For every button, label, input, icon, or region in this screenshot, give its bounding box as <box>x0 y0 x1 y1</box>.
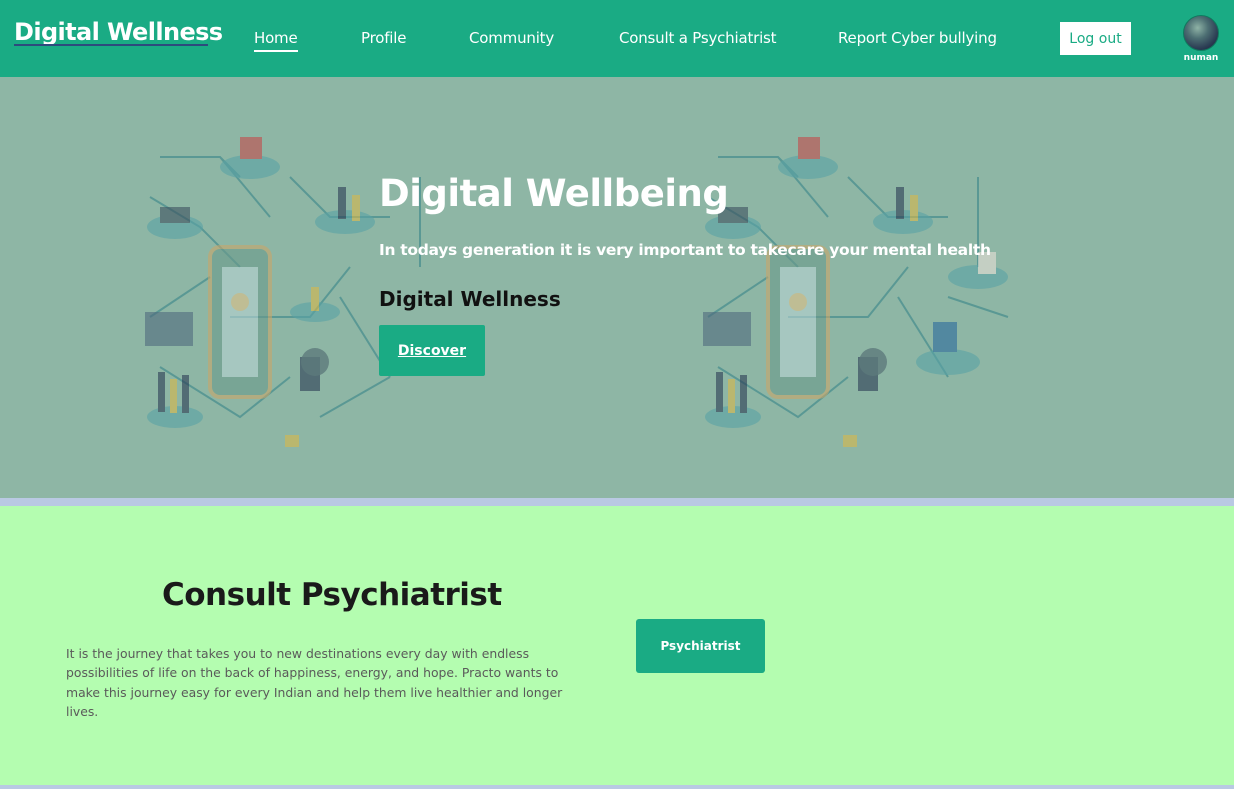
nav-community[interactable]: Community <box>469 29 554 47</box>
hero-subtitle: In todays generation it is very importan… <box>379 241 991 259</box>
nav-report-cyber-bullying[interactable]: Report Cyber bullying <box>838 29 997 47</box>
bottom-divider <box>0 785 1234 789</box>
healthcare-network-illustration-icon <box>703 137 1009 447</box>
hero-heading: Digital Wellness <box>379 287 561 311</box>
logout-button[interactable]: Log out <box>1060 22 1131 55</box>
nav-consult-psychiatrist[interactable]: Consult a Psychiatrist <box>619 29 777 47</box>
avatar-username: numan <box>1183 53 1219 63</box>
healthcare-network-illustration-icon <box>145 137 421 447</box>
hero-title: Digital Wellbeing <box>379 172 729 215</box>
section-divider <box>0 498 1234 506</box>
psychiatrist-button-label: Psychiatrist <box>660 639 741 653</box>
discover-button[interactable]: Discover <box>379 325 485 376</box>
nav-home[interactable]: Home <box>254 29 298 52</box>
brand-underline <box>14 44 208 46</box>
brand-logo[interactable]: Digital Wellness <box>14 18 223 46</box>
avatar[interactable] <box>1183 15 1219 51</box>
consult-title: Consult Psychiatrist <box>162 577 502 613</box>
psychiatrist-button[interactable]: Psychiatrist <box>636 619 765 673</box>
top-navbar: Digital Wellness Home Profile Community … <box>0 0 1234 77</box>
consult-section: Consult Psychiatrist It is the journey t… <box>0 506 1234 785</box>
consult-description: It is the journey that takes you to new … <box>66 646 563 719</box>
discover-button-label: Discover <box>397 342 467 359</box>
nav-profile[interactable]: Profile <box>361 29 406 47</box>
hero-section: Digital Wellbeing In todays generation i… <box>0 77 1234 498</box>
